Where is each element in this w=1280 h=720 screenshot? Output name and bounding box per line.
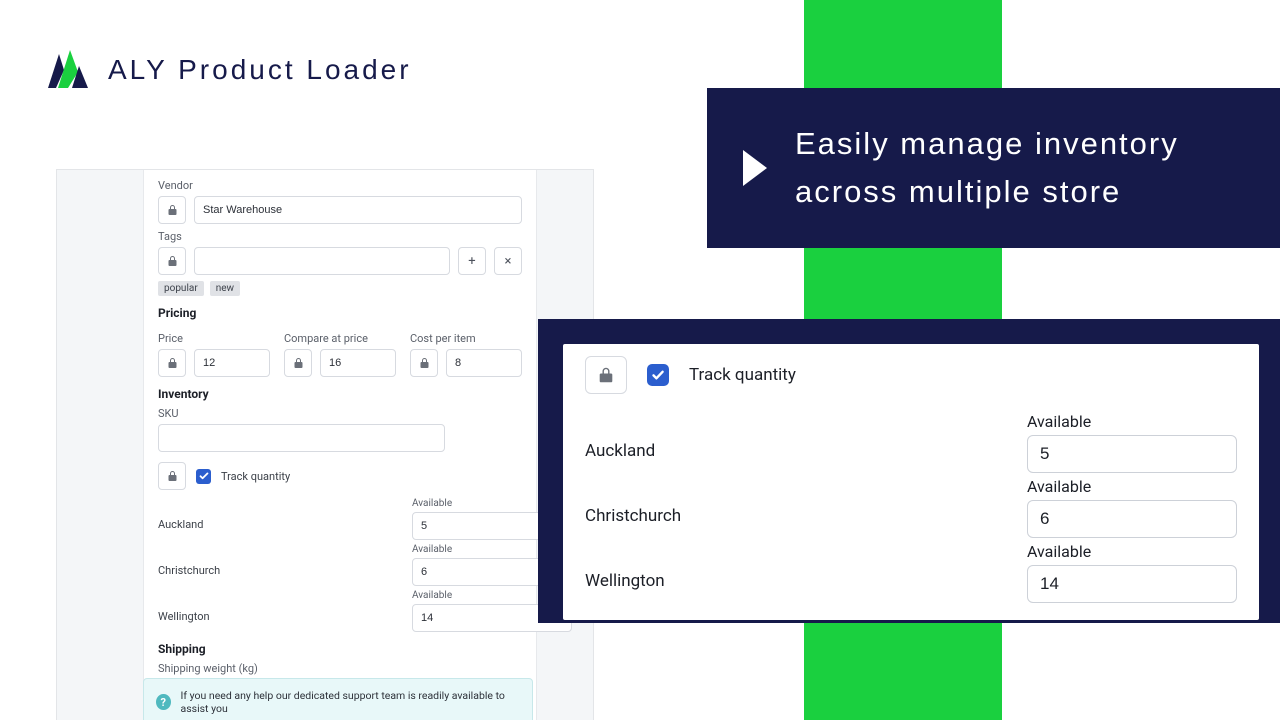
help-banner: ? If you need any help our dedicated sup… (143, 678, 533, 720)
location-name: Christchurch (585, 486, 999, 526)
product-form-card: Vendor Tags + × popular new Pricing (143, 169, 537, 720)
shipping-weight-label: Shipping weight (kg) (158, 662, 522, 675)
hero-headline: Easily manage inventory across multiple … (795, 120, 1278, 216)
inventory-title: Inventory (158, 387, 522, 401)
lock-icon[interactable] (410, 349, 438, 377)
lock-icon[interactable] (158, 247, 186, 275)
location-name: Wellington (158, 596, 400, 623)
pricing-title: Pricing (158, 306, 522, 320)
price-input[interactable] (194, 349, 270, 377)
available-input[interactable] (1027, 500, 1237, 538)
available-label: Available (412, 590, 522, 601)
available-label: Available (1027, 542, 1237, 561)
tag-chip[interactable]: new (210, 281, 240, 296)
tags-input[interactable] (194, 247, 450, 275)
available-label: Available (412, 544, 522, 555)
lock-icon[interactable] (158, 196, 186, 224)
tags-clear-button[interactable]: × (494, 247, 522, 275)
cost-input[interactable] (446, 349, 522, 377)
lock-icon[interactable] (284, 349, 312, 377)
track-quantity-label: Track quantity (689, 365, 796, 385)
hero-banner: Easily manage inventory across multiple … (707, 88, 1280, 248)
lock-icon[interactable] (585, 356, 627, 394)
available-label: Available (1027, 477, 1237, 496)
tag-chips: popular new (158, 281, 522, 296)
shipping-title: Shipping (158, 642, 522, 656)
location-name: Wellington (585, 551, 999, 591)
sku-input[interactable] (158, 424, 445, 452)
track-quantity-label: Track quantity (221, 470, 290, 483)
help-text: If you need any help our dedicated suppo… (181, 689, 520, 715)
track-quantity-checkbox[interactable] (196, 469, 211, 484)
location-name: Auckland (585, 421, 999, 461)
price-label: Price (158, 332, 270, 345)
available-label: Available (412, 498, 522, 509)
sku-label: SKU (158, 407, 522, 420)
logo-icon (48, 48, 88, 92)
brand-name: ALY Product Loader (108, 54, 412, 86)
cost-label: Cost per item (410, 332, 522, 345)
brand-logo: ALY Product Loader (48, 48, 412, 92)
vendor-input[interactable] (194, 196, 522, 224)
form-screenshot: Vendor Tags + × popular new Pricing (56, 169, 594, 720)
available-input[interactable] (1027, 435, 1237, 473)
help-icon: ? (156, 694, 171, 710)
available-label: Available (1027, 412, 1237, 431)
track-quantity-checkbox[interactable] (647, 364, 669, 386)
available-input[interactable] (1027, 565, 1237, 603)
tag-chip[interactable]: popular (158, 281, 204, 296)
play-icon (743, 150, 767, 186)
inventory-zoom-panel: Track quantity Auckland Available Christ… (538, 319, 1280, 623)
tags-add-button[interactable]: + (458, 247, 486, 275)
location-name: Auckland (158, 504, 400, 531)
tags-label: Tags (158, 230, 522, 243)
location-name: Christchurch (158, 550, 400, 577)
compare-input[interactable] (320, 349, 396, 377)
lock-icon[interactable] (158, 349, 186, 377)
compare-label: Compare at price (284, 332, 396, 345)
lock-icon[interactable] (158, 462, 186, 490)
vendor-label: Vendor (158, 179, 522, 192)
